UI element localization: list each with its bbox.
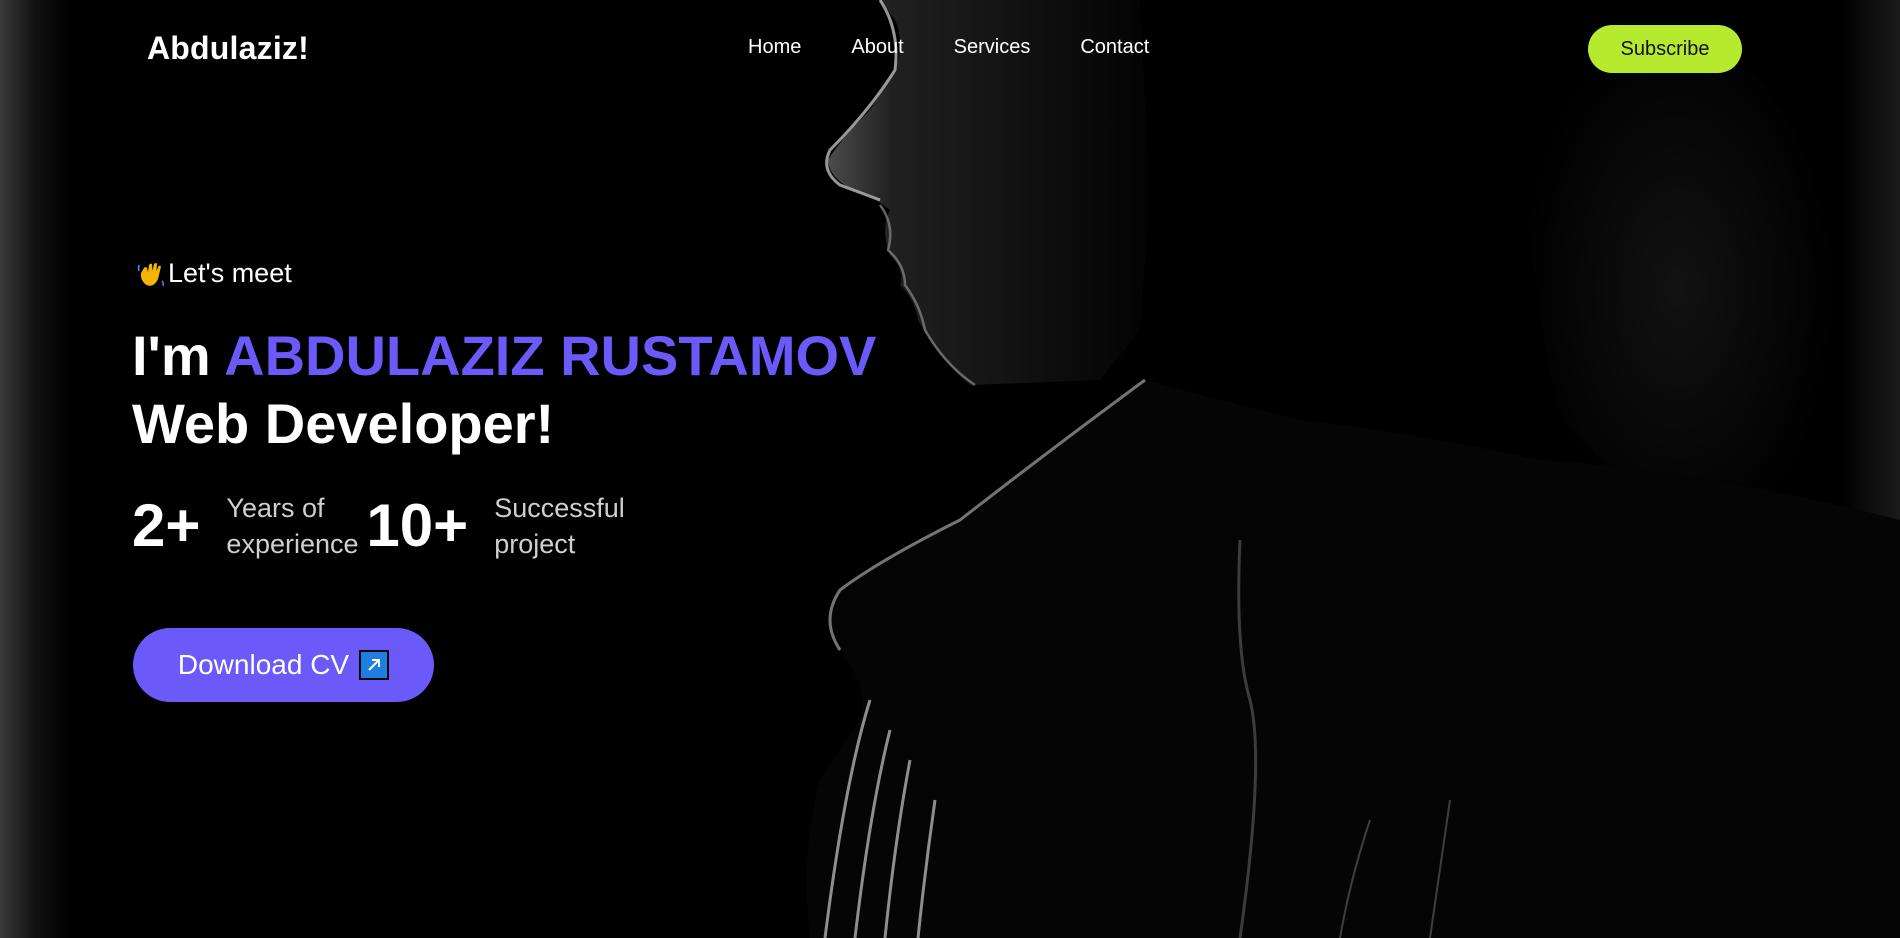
hero-background-photo	[0, 0, 1900, 938]
stat-label: Successful project	[494, 493, 625, 559]
stat-value: 10+	[366, 492, 469, 559]
nav-link-home[interactable]: Home	[748, 36, 801, 59]
stat-value: 2+	[132, 492, 201, 559]
arrow-up-right-icon	[359, 650, 390, 680]
headline-role: Web Developer!	[132, 392, 555, 455]
download-cv-button[interactable]: Download CV	[133, 628, 434, 702]
subscribe-button[interactable]: Subscribe	[1588, 25, 1742, 73]
download-cv-label: Download CV	[177, 649, 350, 680]
greeting: Let's meet	[136, 258, 292, 289]
nav-link-services[interactable]: Services	[954, 36, 1031, 59]
headline-name: ABDULAZIZ RUSTAMOV	[224, 324, 877, 387]
nav-link-about[interactable]: About	[851, 36, 903, 59]
navbar: Abdulaziz! Home About Services Contact S…	[0, 0, 1900, 96]
nav-link-contact[interactable]: Contact	[1080, 36, 1149, 59]
waving-hand-icon	[136, 259, 166, 289]
stats: 2+ Years of experience 10+ Successful pr…	[132, 490, 634, 562]
headline: I'm ABDULAZIZ RUSTAMOV Web Developer!	[132, 322, 876, 458]
headline-prefix: I'm	[132, 324, 225, 387]
logo[interactable]: Abdulaziz!	[147, 30, 309, 67]
page: Abdulaziz! Home About Services Contact S…	[0, 0, 1900, 938]
stat-projects: 10+ Successful project	[366, 490, 634, 562]
stat-label: Years of experience	[226, 493, 359, 559]
greeting-text: Let's meet	[168, 258, 292, 288]
nav-links: Home About Services Contact	[748, 36, 1149, 59]
stat-experience: 2+ Years of experience	[132, 490, 366, 562]
